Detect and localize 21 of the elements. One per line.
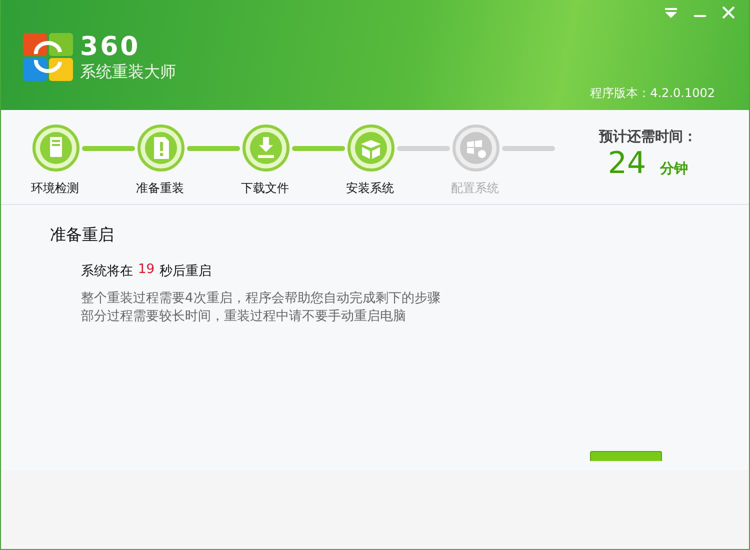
info-text: 整个重装过程需要4次重启，程序会帮助您自动完成剩下的步骤	[81, 290, 442, 308]
countdown-number: 19	[138, 262, 155, 279]
close-icon[interactable]	[722, 6, 735, 19]
logo-number: 360	[80, 34, 142, 60]
logo-icon	[22, 32, 74, 82]
step-label: 环境检测	[31, 180, 80, 197]
version-label: 程序版本：4.2.0.1002	[590, 85, 715, 102]
countdown-text: 秒后重启	[160, 263, 212, 280]
eta-unit: 分钟	[660, 160, 688, 178]
step-label: 配置系统	[451, 180, 500, 197]
step-label: 安装系统	[346, 180, 395, 197]
logo-name: 系统重装大师	[80, 64, 176, 80]
section-title: 准备重启	[50, 225, 115, 246]
menu-icon[interactable]	[664, 6, 678, 18]
eta-value: 24	[608, 146, 646, 181]
countdown-text: 系统将在	[81, 263, 133, 280]
info-text: 部分过程需要较长时间，重装过程中请不要手动重启电脑	[81, 308, 407, 326]
eta-label: 预计还需时间：	[599, 128, 697, 146]
step-label: 准备重装	[136, 180, 185, 197]
step-label: 下载文件	[241, 180, 290, 197]
restart-button[interactable]	[590, 451, 662, 461]
